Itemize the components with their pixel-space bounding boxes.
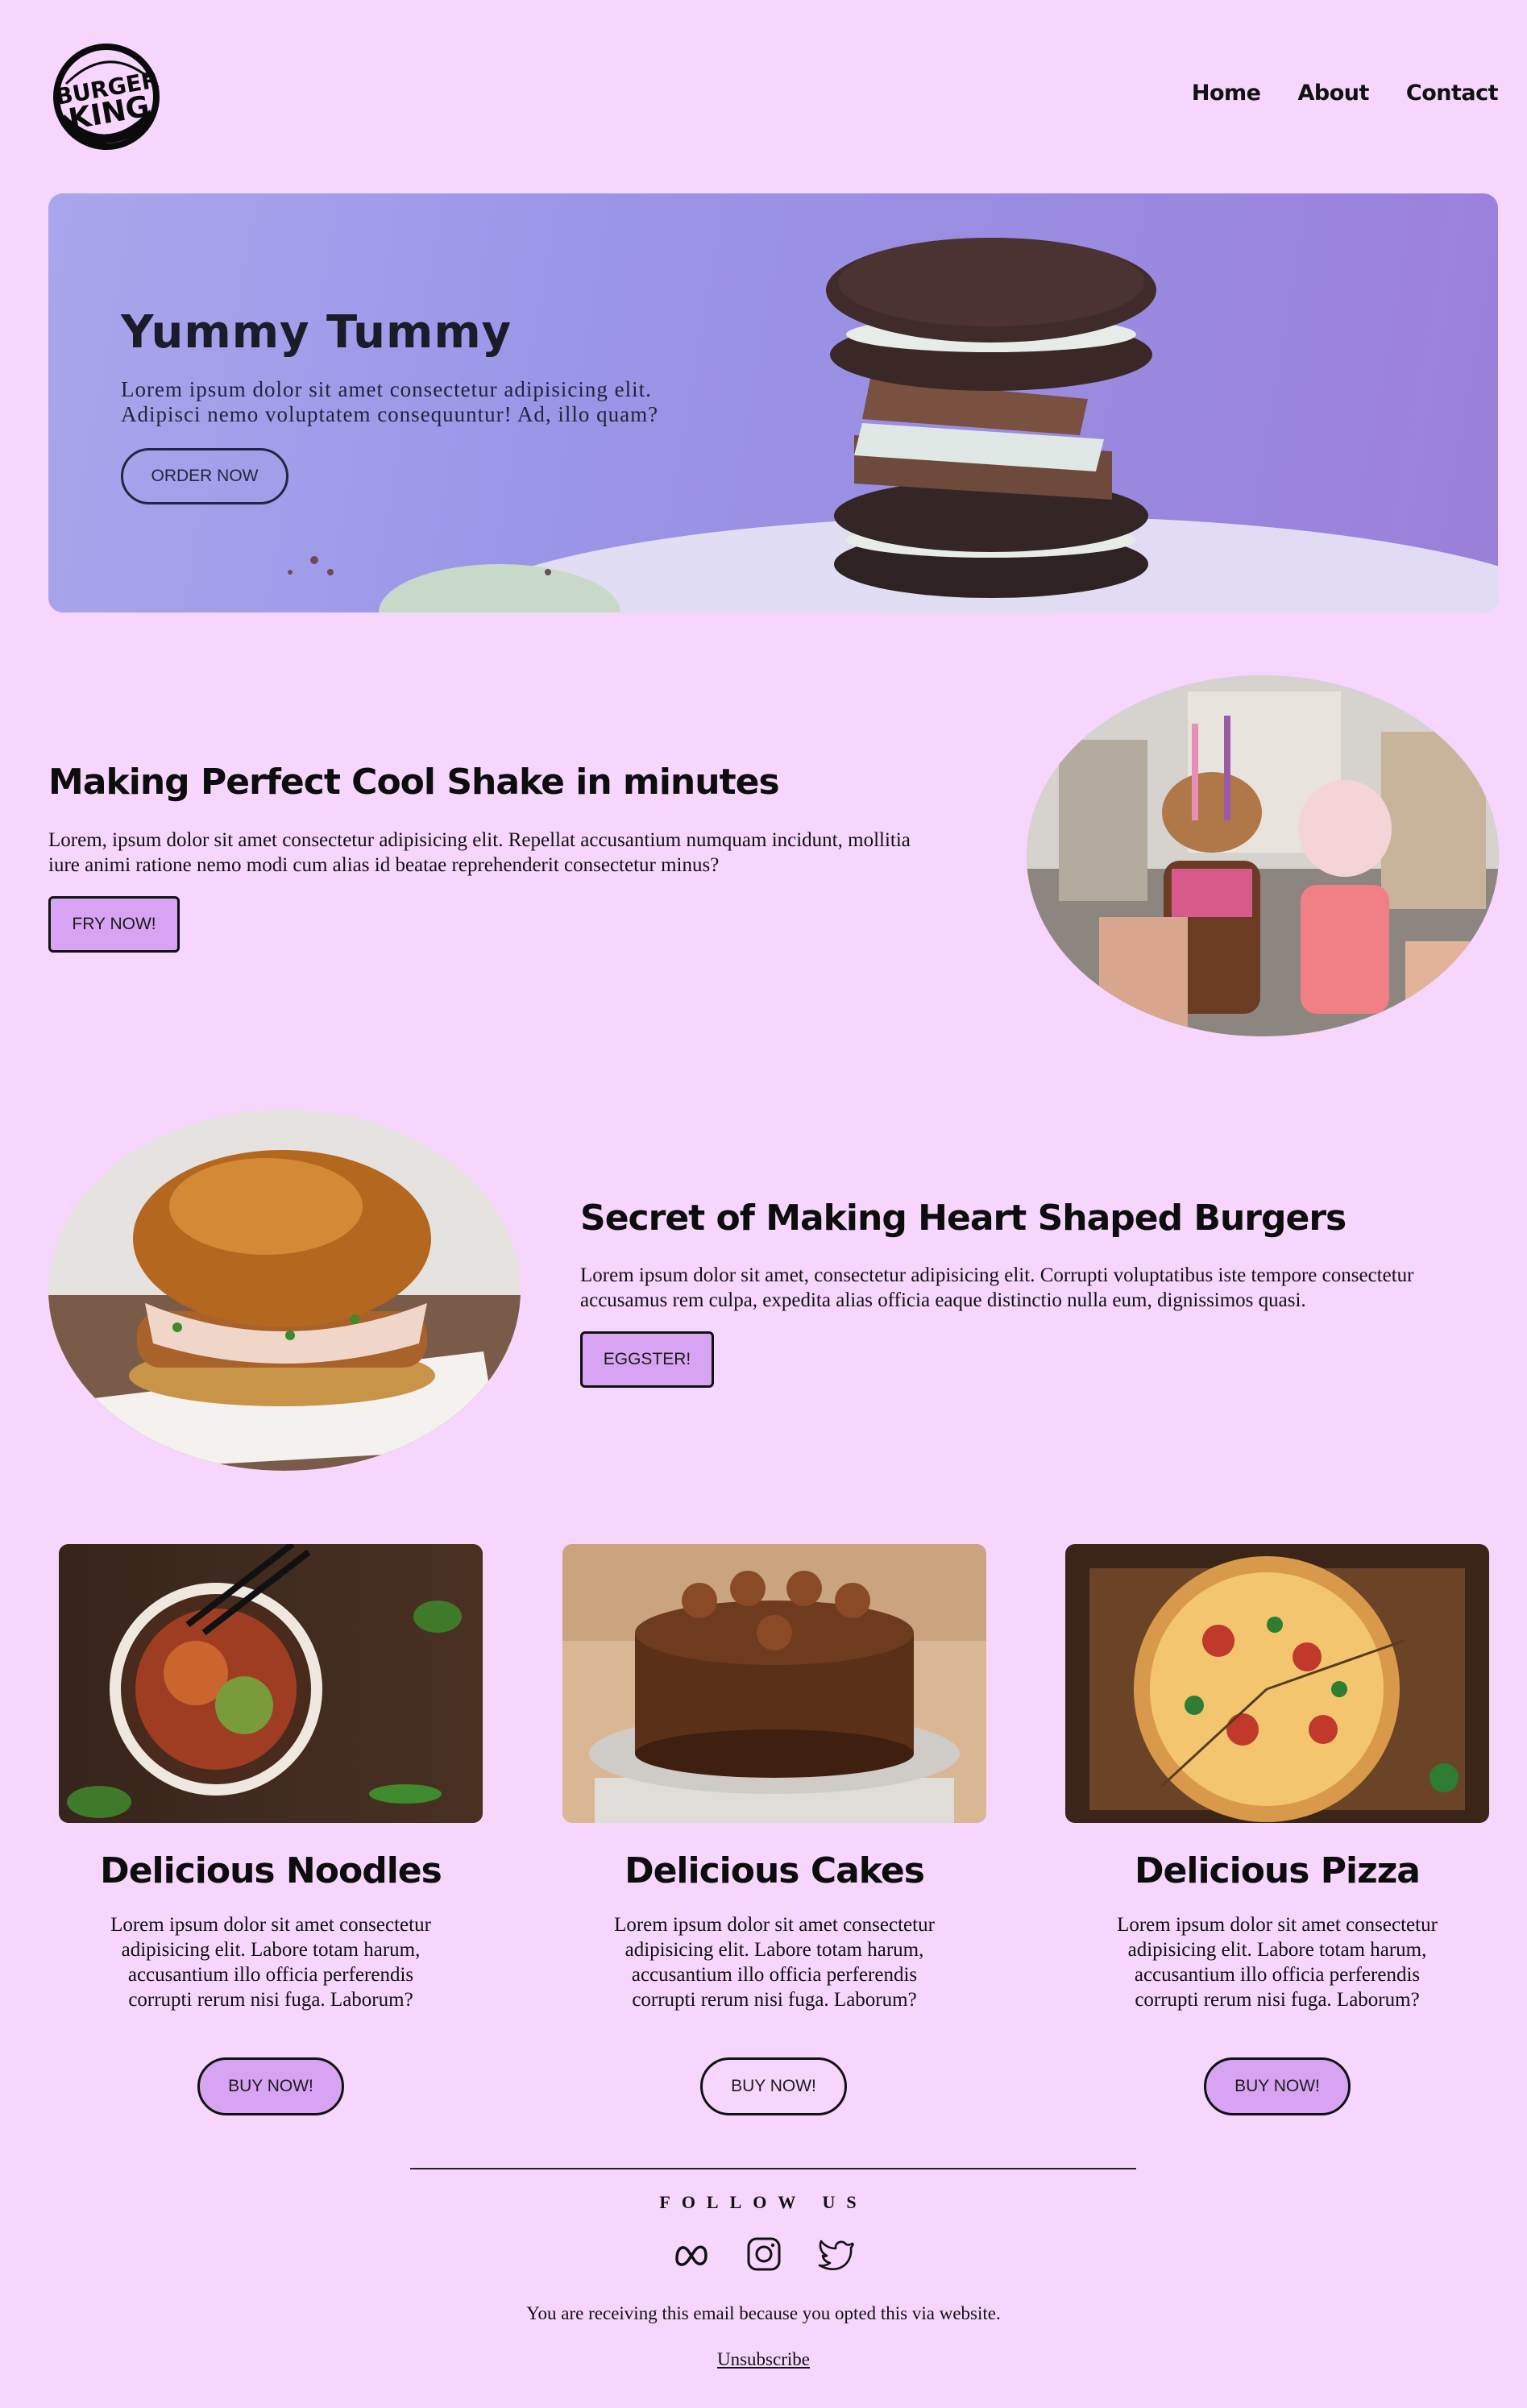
unsubscribe-link-wrapper: Unsubscribe [0,2349,1527,2370]
follow-us-heading: FOLLOW US [659,2192,868,2212]
meta-icon[interactable] [672,2235,711,2273]
cakes-text: Lorem ipsum dolor sit amet consectetur a… [614,1914,935,2011]
shake-section-text: Lorem, ipsum dolor sit amet consectetur … [48,829,911,876]
footer-divider [410,2168,1136,2169]
pizza-image [1065,1544,1489,1823]
cakes-title: Delicious Cakes [624,1850,925,1891]
social-links [0,2235,1527,2273]
hero-title: Yummy Tummy [121,306,512,359]
fry-now-button[interactable]: FRY NOW! [48,896,180,953]
eggster-button[interactable]: EGGSTER! [580,1331,714,1388]
buy-pizza-button[interactable]: BUY NOW! [1204,2057,1351,2115]
buy-noodles-button[interactable]: BUY NOW! [197,2057,344,2115]
noodles-image [59,1544,483,1823]
nav-about[interactable]: About [1297,81,1369,106]
burger-section-text: Lorem ipsum dolor sit amet, consectetur … [580,1264,1414,1311]
instagram-icon[interactable] [745,2235,783,2273]
order-now-button[interactable]: ORDER NOW [121,448,288,504]
nav-contact[interactable]: Contact [1406,81,1499,106]
hero-text: Lorem ipsum dolor sit amet consectetur a… [121,377,659,426]
unsubscribe-link[interactable]: Unsubscribe [717,2349,810,2369]
burger-section-title: Secret of Making Heart Shaped Burgers [580,1198,1346,1239]
nav-home[interactable]: Home [1192,81,1261,106]
shake-image [1027,675,1499,1036]
burger-king-logo[interactable]: BURGER KING [48,35,169,156]
noodles-text: Lorem ipsum dolor sit amet consectetur a… [110,1914,431,2011]
email-note: You are receiving this email because you… [526,2303,1001,2323]
noodles-title: Delicious Noodles [100,1850,442,1891]
shake-section-title: Making Perfect Cool Shake in minutes [48,762,780,803]
twitter-icon[interactable] [817,2235,856,2273]
burger-image [48,1110,521,1471]
hero-banner: Yummy Tummy Lorem ipsum dolor sit amet c… [48,193,1498,612]
cake-image [562,1544,986,1823]
buy-cakes-button[interactable]: BUY NOW! [700,2057,847,2115]
main-nav: Home About Contact [1192,81,1499,106]
pizza-title: Delicious Pizza [1135,1850,1421,1891]
pizza-text: Lorem ipsum dolor sit amet consectetur a… [1117,1914,1438,2011]
